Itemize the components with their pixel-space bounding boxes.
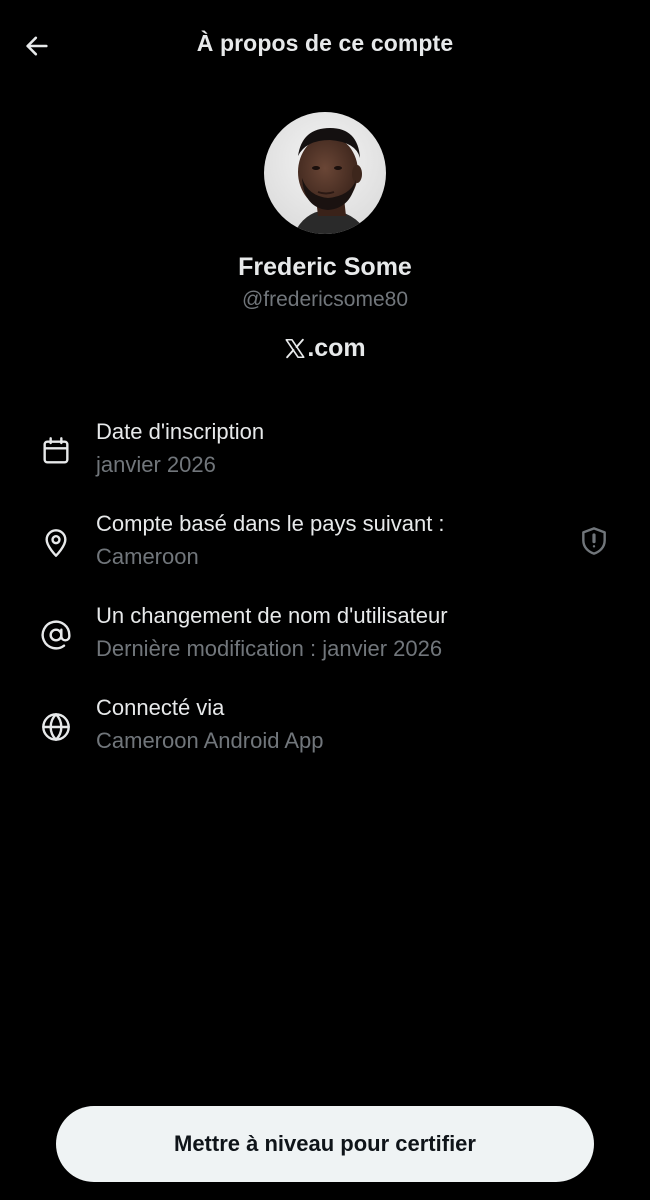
connected-via-label: Connecté via (96, 695, 225, 720)
shield-alert-icon (582, 527, 606, 555)
username-change-value: Dernière modification : janvier 2026 (96, 636, 443, 661)
calendar-icon (38, 433, 74, 469)
username-change-label: Un changement de nom d'utilisateur (96, 603, 448, 628)
location-pin-icon (38, 525, 74, 561)
avatar[interactable] (264, 112, 386, 234)
info-row-join-date: Date d'inscription janvier 2026 (0, 419, 650, 499)
globe-icon (38, 709, 74, 745)
x-logo-icon (285, 338, 305, 359)
site-suffix: .com (307, 334, 366, 362)
join-date-label: Date d'inscription (96, 419, 265, 444)
country-value: Cameroon (96, 544, 199, 569)
connected-via-value: Cameroon Android App (96, 728, 324, 753)
upgrade-button-label: Mettre à niveau pour certifier (174, 1131, 476, 1156)
join-date-value: janvier 2026 (96, 452, 216, 477)
info-row-country: Compte basé dans le pays suivant : Camer… (0, 511, 650, 591)
country-info-button[interactable] (574, 521, 614, 561)
profile-handle: @fredericsome80 (241, 288, 409, 311)
at-sign-icon (38, 617, 74, 653)
country-label: Compte basé dans le pays suivant : (96, 511, 445, 536)
profile-photo (264, 112, 386, 234)
info-row-username-change: Un changement de nom d'utilisateur Derni… (0, 603, 650, 683)
site-link[interactable]: .com (0, 334, 650, 363)
profile-name: Frederic Some (238, 253, 412, 281)
top-bar: À propos de ce compte (0, 0, 650, 92)
page-title: À propos de ce compte (196, 30, 454, 56)
upgrade-to-verify-button[interactable]: Mettre à niveau pour certifier (56, 1106, 594, 1182)
info-row-connected-via: Connecté via Cameroon Android App (0, 695, 650, 775)
